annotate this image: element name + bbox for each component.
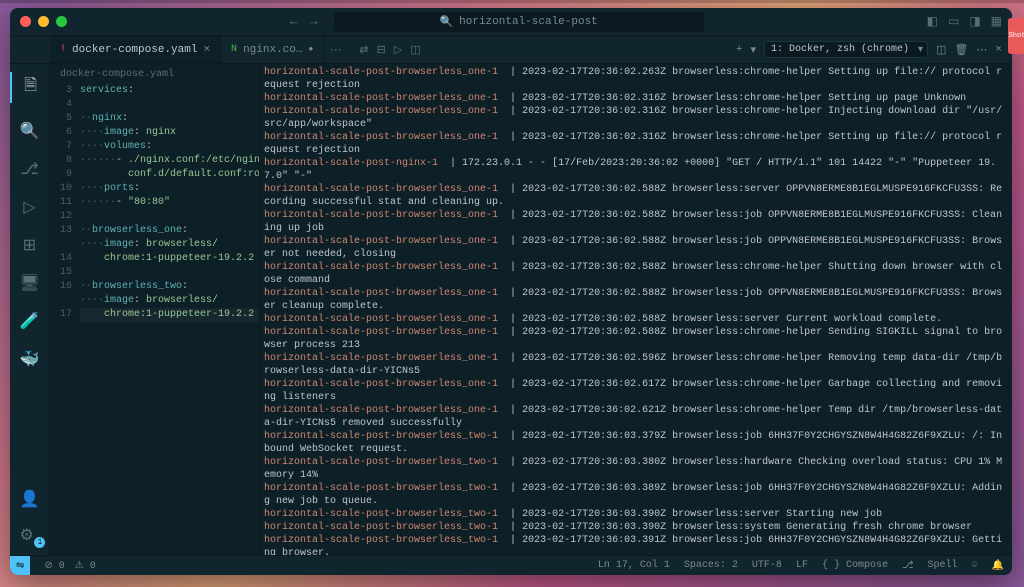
- settings-gear-icon[interactable]: ⚙: [20, 525, 40, 545]
- search-icon: 🔍: [439, 15, 453, 29]
- dirty-indicator-icon: ●: [308, 45, 313, 54]
- extensions-icon[interactable]: ⊞: [23, 235, 36, 255]
- indent-indicator[interactable]: Spaces: 2: [684, 560, 738, 571]
- code-content[interactable]: services: ··nginx:····image: nginx····vo…: [80, 84, 259, 555]
- tabbar: ! docker-compose.yaml × N nginx.co… ● ⋯ …: [10, 36, 1012, 64]
- notifications-icon[interactable]: 🔔: [992, 560, 1004, 572]
- breadcrumb[interactable]: docker-compose.yaml: [50, 64, 259, 84]
- tab-docker-compose[interactable]: ! docker-compose.yaml ×: [50, 36, 221, 63]
- warning-count[interactable]: ⚠ 0: [75, 560, 96, 572]
- error-count[interactable]: ⊘ 0: [44, 560, 64, 572]
- spell-indicator[interactable]: Spell: [928, 560, 958, 571]
- editor-actions: ⇄ ⊟ ▷ ◫: [351, 43, 428, 57]
- code-editor[interactable]: 345678910111213 141516 17 services: ··ng…: [50, 84, 259, 555]
- cursor-position[interactable]: Ln 17, Col 1: [598, 560, 670, 571]
- vscode-window: ← → 🔍 horizontal-scale-post ◧ ▭ ◨ ▦ ! do…: [10, 8, 1012, 575]
- accounts-icon[interactable]: 👤: [20, 489, 40, 509]
- tab-overflow-icon[interactable]: ⋯: [324, 43, 347, 57]
- encoding-indicator[interactable]: UTF-8: [752, 560, 782, 571]
- eol-indicator[interactable]: LF: [796, 560, 808, 571]
- kill-terminal-icon[interactable]: 🗑: [954, 43, 968, 57]
- maximize-window-button[interactable]: [56, 16, 67, 27]
- terminal-selector[interactable]: 1: Docker, zsh (chrome): [764, 41, 928, 58]
- remote-indicator[interactable]: ⇋: [10, 556, 30, 576]
- yaml-file-icon: !: [60, 44, 66, 55]
- split-horizontal-icon[interactable]: ⊟: [377, 43, 386, 57]
- search-text: horizontal-scale-post: [459, 16, 598, 28]
- remote-explorer-icon[interactable]: 🖥: [19, 273, 39, 293]
- nginx-file-icon: N: [231, 44, 237, 55]
- close-window-button[interactable]: [20, 16, 31, 27]
- feedback-icon[interactable]: ☺: [972, 560, 978, 571]
- test-icon[interactable]: 🧪: [20, 311, 40, 331]
- more-actions-icon[interactable]: ⋯: [976, 43, 987, 57]
- nav-back-icon[interactable]: ←: [290, 14, 298, 29]
- screenshot-widget[interactable]: Shot: [1008, 18, 1024, 54]
- docker-icon[interactable]: 🐳: [20, 349, 40, 369]
- traffic-lights: [20, 16, 67, 27]
- minimize-window-button[interactable]: [38, 16, 49, 27]
- split-vertical-icon[interactable]: ◫: [410, 43, 420, 57]
- tab-nginx[interactable]: N nginx.co… ●: [221, 36, 324, 63]
- run-debug-icon[interactable]: ▷: [23, 197, 35, 217]
- search-activity-icon[interactable]: 🔍: [20, 121, 40, 141]
- terminal-content[interactable]: horizontal-scale-post-browserless_one-1 …: [260, 64, 1012, 555]
- layout-panel-bottom-icon[interactable]: ▭: [948, 14, 959, 29]
- titlebar-actions: ◧ ▭ ◨ ▦: [927, 14, 1002, 29]
- terminal-pane: horizontal-scale-post-browserless_one-1 …: [260, 64, 1012, 555]
- terminal-dropdown-icon[interactable]: ▾: [750, 43, 756, 57]
- tab-label: docker-compose.yaml: [72, 44, 197, 56]
- main-area: 🗎 🔍 ⎇ ▷ ⊞ 🖥 🧪 🐳 👤 ⚙ docker-compose.yaml …: [10, 64, 1012, 555]
- close-tab-icon[interactable]: ×: [203, 44, 210, 56]
- tab-label: nginx.co…: [243, 44, 302, 56]
- close-panel-icon[interactable]: ×: [995, 44, 1002, 56]
- language-mode[interactable]: { } Compose: [822, 560, 888, 571]
- line-gutter: 345678910111213 141516 17: [50, 84, 80, 555]
- command-center[interactable]: 🔍 horizontal-scale-post: [334, 12, 704, 32]
- nav-forward-icon[interactable]: →: [310, 14, 318, 29]
- new-terminal-icon[interactable]: +: [736, 44, 743, 56]
- git-indicator[interactable]: ⎇: [902, 560, 914, 572]
- layout-panel-left-icon[interactable]: ◧: [927, 14, 938, 29]
- terminal-tab-controls: + ▾ 1: Docker, zsh (chrome) ◫ 🗑 ⋯ ×: [736, 41, 1012, 58]
- source-control-icon[interactable]: ⎇: [20, 159, 38, 179]
- macos-menubar: [0, 0, 1024, 3]
- statusbar: ⇋ ⊘ 0 ⚠ 0 Ln 17, Col 1 Spaces: 2 UTF-8 L…: [10, 555, 1012, 575]
- layout-panel-right-icon[interactable]: ◨: [969, 14, 980, 29]
- run-icon[interactable]: ▷: [394, 43, 402, 57]
- editor-pane: docker-compose.yaml 345678910111213 1415…: [50, 64, 260, 555]
- explorer-icon[interactable]: 🗎: [10, 72, 49, 103]
- compare-icon[interactable]: ⇄: [359, 43, 368, 57]
- titlebar: ← → 🔍 horizontal-scale-post ◧ ▭ ◨ ▦: [10, 8, 1012, 36]
- activity-bar: 🗎 🔍 ⎇ ▷ ⊞ 🖥 🧪 🐳 👤 ⚙: [10, 64, 50, 555]
- customize-layout-icon[interactable]: ▦: [991, 14, 1002, 29]
- split-terminal-icon[interactable]: ◫: [936, 43, 946, 57]
- nav-arrows: ← →: [290, 14, 318, 29]
